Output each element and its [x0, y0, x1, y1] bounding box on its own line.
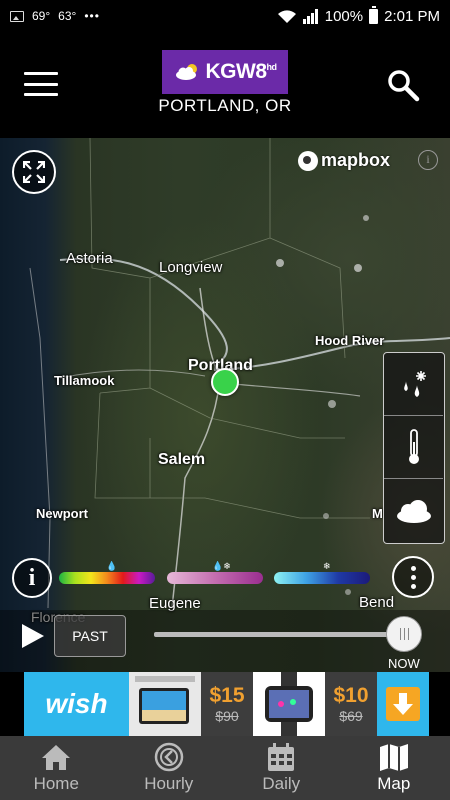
- attribution-info-button[interactable]: i: [418, 150, 438, 170]
- map-label-partial: M: [372, 506, 383, 521]
- ad-product-tablet[interactable]: [129, 672, 201, 736]
- temperature-layer-button[interactable]: [384, 416, 443, 479]
- legend-info-button[interactable]: i: [12, 558, 52, 598]
- snow-legend-bar: [274, 572, 370, 584]
- logo-text: KGW8: [205, 60, 268, 83]
- timeline-slider-thumb[interactable]: [386, 616, 422, 652]
- calendar-icon: [268, 743, 295, 771]
- nav-home-label: Home: [33, 774, 79, 793]
- nav-hourly[interactable]: Hourly: [113, 736, 226, 800]
- thermometer-icon: [408, 429, 419, 464]
- ad-price-current-2: $10: [333, 684, 369, 707]
- nav-home[interactable]: Home: [0, 736, 113, 800]
- ad-price-original-2: $69: [339, 708, 363, 724]
- grip-icon: [399, 628, 401, 640]
- status-temp-left: 69°: [32, 9, 51, 23]
- tablet-image-icon: [129, 672, 201, 736]
- mix-legend-bar: [167, 572, 263, 584]
- rain-snow-icon: [403, 371, 426, 397]
- signal-icon: [302, 8, 318, 24]
- radar-map[interactable]: mapbox i Astoria Longview Hood River Por…: [0, 138, 450, 672]
- ad-price-original-1: $90: [215, 708, 239, 724]
- fullscreen-button[interactable]: [12, 150, 56, 194]
- mapbox-text: mapbox: [321, 150, 391, 170]
- menu-button[interactable]: [24, 72, 58, 96]
- search-icon[interactable]: [386, 68, 420, 102]
- logo-suffix: hd: [266, 62, 278, 72]
- vertical-dots-icon: [411, 566, 416, 571]
- sun-cloud-icon: [175, 64, 197, 80]
- cloud-icon: [396, 499, 431, 523]
- expand-icon: [23, 161, 45, 183]
- layer-panel: [383, 352, 445, 544]
- map-label-astoria: Astoria: [66, 250, 113, 267]
- status-bar: 69° 63° ••• 100% 2:01 PM: [0, 0, 450, 32]
- past-button[interactable]: PAST: [54, 615, 126, 657]
- precip-layer-button[interactable]: [384, 353, 443, 416]
- app-header: KGW8hd PORTLAND, OR: [0, 32, 450, 138]
- mix-icon: 💧❄: [212, 561, 231, 571]
- clock-icon: [154, 742, 183, 772]
- map-label-newport: Newport: [36, 506, 88, 521]
- station-logo: KGW8hd: [162, 50, 288, 94]
- map-icon: [379, 744, 408, 771]
- snowflake-icon: ❄: [323, 561, 331, 571]
- download-arrow-icon: [386, 687, 420, 721]
- map-label-hood-river: Hood River: [315, 333, 385, 348]
- cloud-layer-button[interactable]: [384, 479, 443, 542]
- status-temp-right: 63°: [58, 9, 77, 23]
- ad-price-2[interactable]: $10 $69: [325, 672, 377, 736]
- more-options-button[interactable]: [392, 556, 434, 598]
- nav-daily-label: Daily: [262, 774, 301, 793]
- status-time: 2:01 PM: [384, 7, 440, 25]
- play-button[interactable]: [22, 624, 44, 648]
- location-title: PORTLAND, OR: [158, 96, 292, 115]
- nav-hourly-label: Hourly: [144, 774, 194, 793]
- map-label-tillamook: Tillamook: [54, 373, 115, 388]
- timeline-track[interactable]: [154, 632, 404, 637]
- smartwatch-image-icon: [265, 672, 313, 736]
- map-label-longview: Longview: [159, 259, 223, 276]
- rain-legend-bar: [59, 572, 155, 584]
- ad-price-1[interactable]: $15 $90: [201, 672, 253, 736]
- current-location-marker[interactable]: [211, 368, 239, 396]
- battery-percent: 100%: [324, 7, 364, 25]
- ad-product-watch[interactable]: [253, 672, 325, 736]
- map-label-salem: Salem: [158, 451, 206, 468]
- map-label-bend: Bend: [359, 594, 395, 611]
- ad-download-button[interactable]: [377, 672, 429, 736]
- nav-map-label: Map: [377, 774, 411, 793]
- mapbox-logo-icon: [298, 150, 318, 171]
- status-more-dots: •••: [84, 9, 100, 23]
- now-label: NOW: [388, 656, 420, 671]
- hamburger-icon: [24, 72, 58, 75]
- image-notification-icon: [10, 10, 24, 22]
- wish-logo[interactable]: wish: [24, 672, 129, 736]
- ad-price-current-1: $15: [209, 684, 245, 707]
- battery-icon: [369, 5, 379, 24]
- ad-banner[interactable]: wish $15 $90 $10 $69: [0, 672, 450, 736]
- mapbox-attribution[interactable]: mapbox: [298, 150, 390, 171]
- wifi-icon: [277, 9, 296, 23]
- rain-drop-icon: 💧: [106, 561, 118, 571]
- nav-map[interactable]: Map: [338, 736, 450, 800]
- nav-daily[interactable]: Daily: [225, 736, 338, 800]
- home-icon: [42, 745, 71, 770]
- bottom-nav: Home Hourly Daily Map: [0, 736, 450, 800]
